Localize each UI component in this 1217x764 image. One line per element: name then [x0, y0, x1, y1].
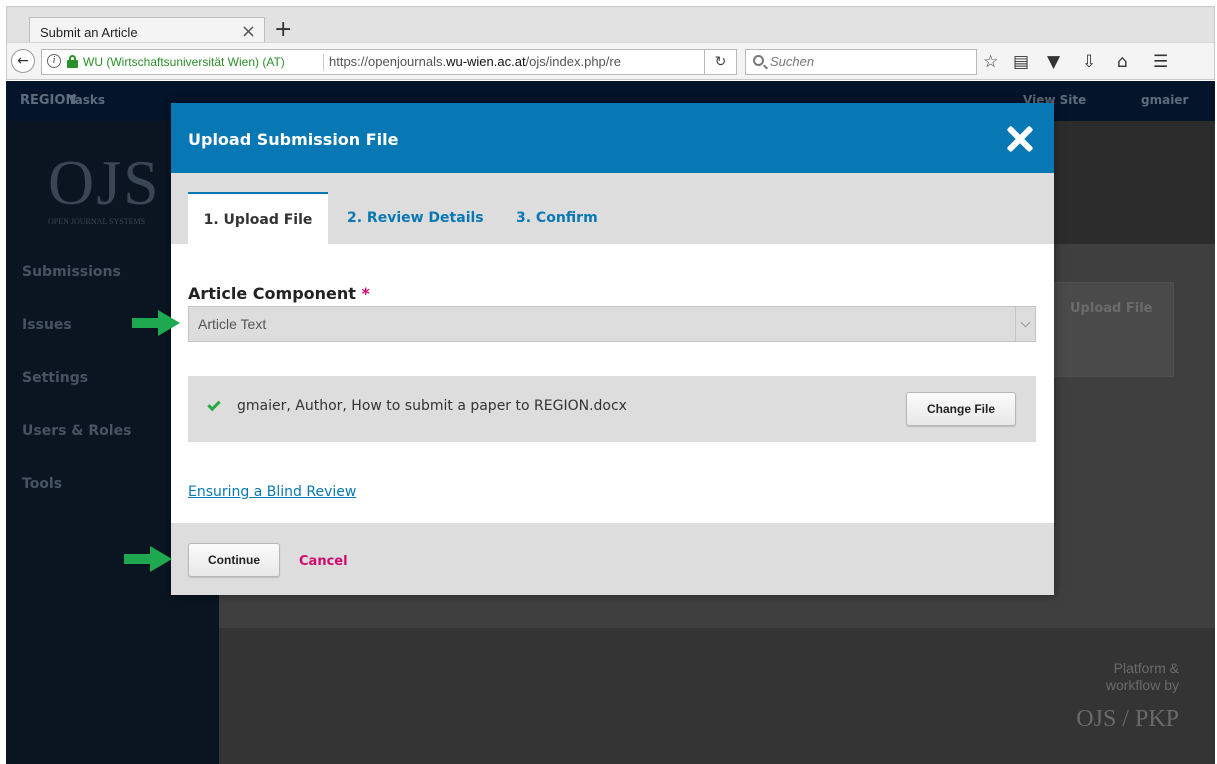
sidebar-item-tools[interactable]: Tools	[22, 476, 62, 492]
article-component-select[interactable]: Article Text	[188, 306, 1036, 342]
sidebar-item-settings[interactable]: Settings	[22, 370, 88, 386]
ojs-logo: OJS	[48, 147, 161, 218]
reload-icon[interactable]: ↻	[705, 49, 737, 75]
tab-upload-file[interactable]: 1. Upload File	[188, 192, 328, 244]
browser-search-input[interactable]: Suchen	[745, 49, 977, 75]
browser-navbar: ← i WU (Wirtschaftsuniversität Wien) (AT…	[6, 42, 1215, 80]
url-text[interactable]: https://openjournals.wu-wien.ac.at/ojs/i…	[329, 54, 681, 69]
home-icon[interactable]: ⌂	[1117, 52, 1128, 72]
annotation-arrow-icon	[132, 310, 180, 336]
wizard-tabs: 1. Upload File 2. Review Details 3. Conf…	[171, 173, 1054, 244]
sidebar-item-issues[interactable]: Issues	[22, 317, 72, 333]
tab-confirm[interactable]: 3. Confirm	[516, 192, 598, 244]
modal-body: Article Component * Article Text gmaier,…	[171, 244, 1054, 523]
annotation-arrow-icon	[124, 546, 172, 572]
url-separator	[323, 54, 324, 71]
pkp-logo[interactable]: OJS / PKP	[1076, 706, 1179, 733]
chevron-down-icon	[1015, 307, 1035, 341]
check-icon	[207, 397, 221, 412]
download-icon[interactable]: ⇩	[1082, 52, 1096, 72]
tab-close-icon[interactable]: ×	[241, 22, 256, 42]
modal-header: Upload Submission File	[171, 103, 1054, 173]
user-menu[interactable]: gmaier	[1141, 93, 1188, 107]
pocket-icon[interactable]: ▼	[1047, 52, 1060, 72]
tasks-link[interactable]: Tasks	[68, 93, 105, 107]
back-icon[interactable]: ←	[11, 49, 35, 73]
article-component-value: Article Text	[198, 316, 267, 332]
lock-icon[interactable]	[67, 55, 78, 68]
menu-icon[interactable]: ☰	[1153, 52, 1168, 72]
tab-review-details[interactable]: 2. Review Details	[347, 192, 484, 244]
upload-file-panel: Upload File	[1046, 282, 1174, 377]
required-marker: *	[361, 284, 370, 303]
blind-review-link[interactable]: Ensuring a Blind Review	[188, 484, 356, 500]
search-placeholder: Suchen	[770, 54, 815, 69]
uploaded-file-name: gmaier, Author, How to submit a paper to…	[237, 398, 627, 414]
upload-file-panel-label: Upload File	[1070, 301, 1153, 316]
continue-button[interactable]: Continue	[188, 543, 280, 577]
upload-submission-file-modal: Upload Submission File 1. Upload File 2.…	[171, 103, 1054, 595]
sidebar-item-users-roles[interactable]: Users & Roles	[22, 423, 131, 439]
tab-title: Submit an Article	[40, 25, 138, 40]
article-component-label: Article Component *	[188, 284, 370, 303]
change-file-button[interactable]: Change File	[906, 392, 1016, 426]
browser-tabstrip: Submit an Article × +	[0, 0, 1217, 49]
uploaded-file-box: gmaier, Author, How to submit a paper to…	[188, 376, 1036, 442]
page-footer: Platform & workflow by OJS / PKP	[219, 628, 1215, 764]
info-icon[interactable]: i	[47, 54, 61, 68]
search-icon	[753, 55, 764, 66]
url-bar[interactable]: i WU (Wirtschaftsuniversität Wien) (AT) …	[41, 49, 705, 75]
modal-title: Upload Submission File	[188, 130, 399, 149]
reader-icon[interactable]: ▤	[1013, 52, 1029, 72]
sidebar-item-submissions[interactable]: Submissions	[22, 264, 121, 280]
certificate-label[interactable]: WU (Wirtschaftsuniversität Wien) (AT)	[83, 55, 285, 69]
cancel-link[interactable]: Cancel	[299, 554, 348, 569]
bookmark-star-icon[interactable]: ☆	[983, 52, 998, 72]
tab-bar: Submit an Article × +	[6, 6, 1215, 49]
modal-footer: Continue Cancel	[171, 523, 1054, 595]
footer-platform-text: Platform & workflow by	[1105, 660, 1179, 693]
new-tab-button[interactable]: +	[274, 19, 292, 41]
ojs-logo-subtitle: OPEN JOURNAL SYSTEMS	[48, 217, 146, 226]
close-icon[interactable]	[1006, 125, 1034, 153]
